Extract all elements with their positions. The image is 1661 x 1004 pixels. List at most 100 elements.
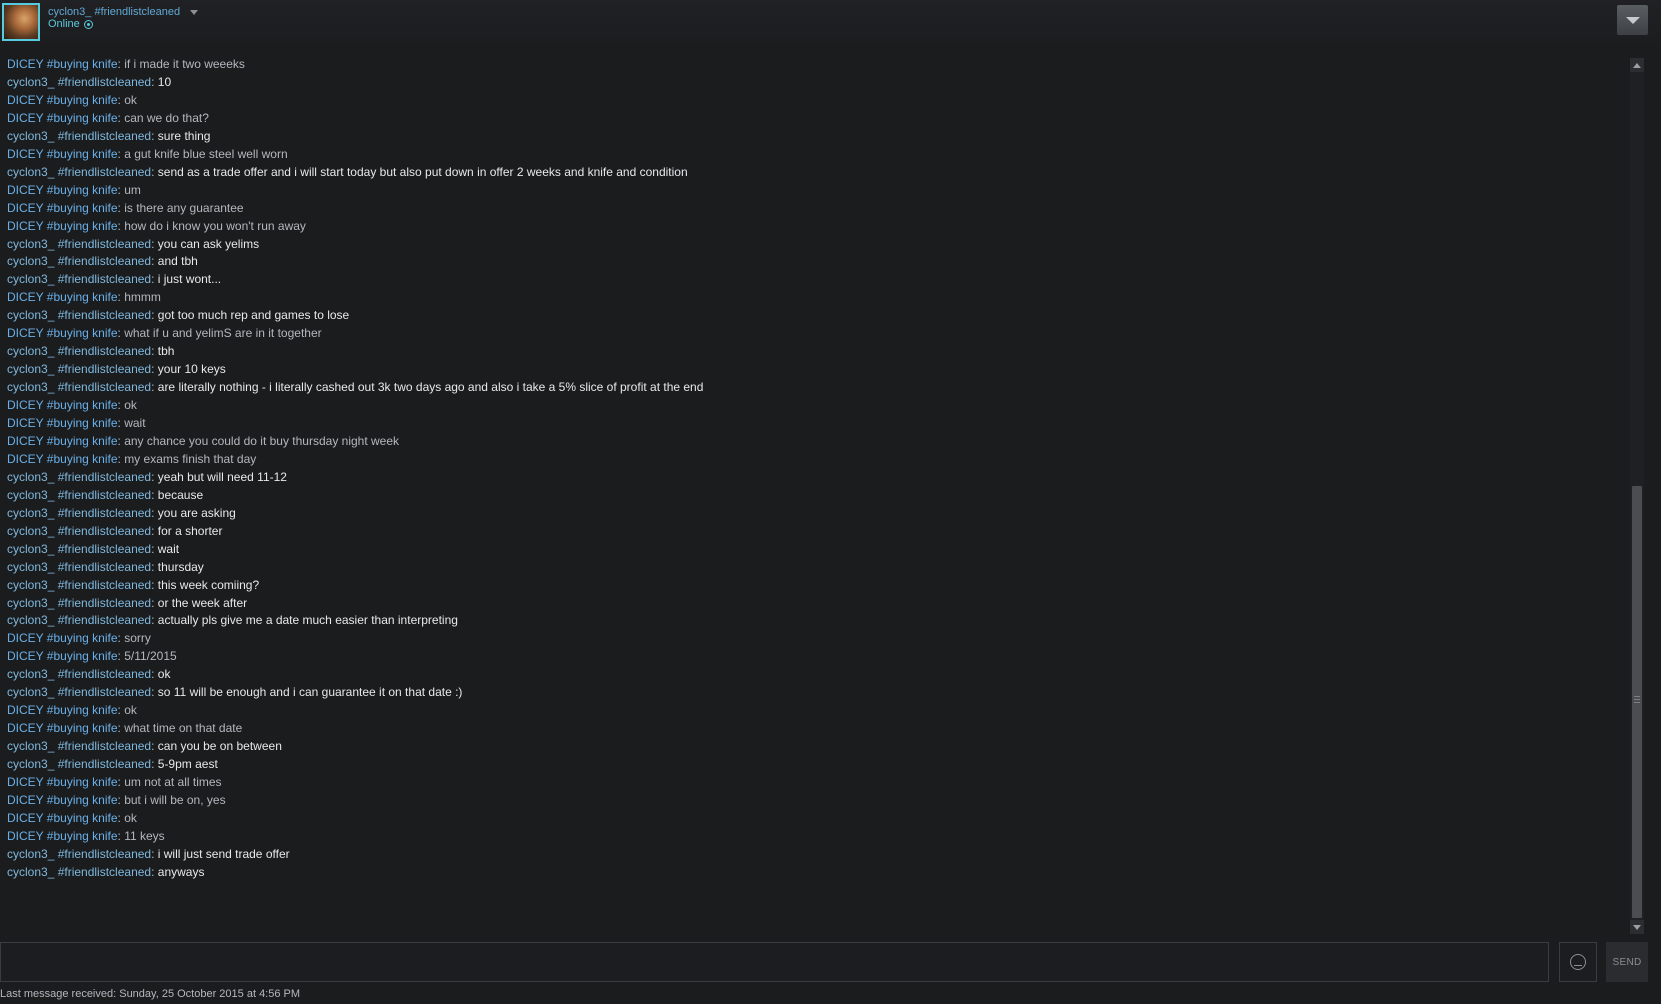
sender-separator: : [151,164,158,179]
message-sender[interactable]: DICEY #buying knife [7,201,118,215]
emoticon-button[interactable] [1559,942,1597,982]
message-sender[interactable]: cyclon3_ #friendlistcleaned [7,272,151,286]
message-sender[interactable]: DICEY #buying knife [7,703,118,717]
scroll-up-button[interactable] [1630,58,1644,72]
message-sender[interactable]: DICEY #buying knife [7,219,118,233]
message-sender[interactable]: cyclon3_ #friendlistcleaned [7,757,151,771]
message-text: what time on that date [124,721,243,736]
message-sender[interactable]: cyclon3_ #friendlistcleaned [7,560,151,574]
message-sender[interactable]: cyclon3_ #friendlistcleaned [7,344,151,358]
scroll-thumb[interactable] [1632,486,1642,918]
message-sender[interactable]: cyclon3_ #friendlistcleaned [7,237,151,251]
message-sender[interactable]: DICEY #buying knife [7,326,118,340]
sender-separator: : [151,523,158,538]
message-sender[interactable]: DICEY #buying knife [7,829,118,843]
message-sender[interactable]: cyclon3_ #friendlistcleaned [7,362,151,376]
message-text: i will just send trade offer [157,846,290,861]
sender-separator: : [151,757,158,772]
chat-message: cyclon3_ #friendlistcleaned: 10 [7,73,171,92]
last-message-status: Last message received: Sunday, 25 Octobe… [0,988,301,1000]
chat-message: DICEY #buying knife: ok [7,396,137,415]
chat-message: DICEY #buying knife: hmmm [7,288,161,307]
message-sender[interactable]: cyclon3_ #friendlistcleaned [7,865,151,879]
message-sender[interactable]: DICEY #buying knife [7,793,118,807]
chat-message: DICEY #buying knife: 5/11/2015 [7,647,177,666]
status-label: Online [48,18,80,30]
message-sender[interactable]: DICEY #buying knife [7,147,118,161]
message-input[interactable] [0,942,1549,982]
window-menu-button[interactable] [1617,5,1648,35]
message-sender[interactable]: DICEY #buying knife [7,416,118,430]
message-text: ok [124,398,137,413]
message-sender[interactable]: DICEY #buying knife [7,649,118,663]
chat-message: cyclon3_ #friendlistcleaned: wait [7,540,179,559]
chat-message: DICEY #buying knife: ok [7,809,137,828]
message-text: i just wont... [157,272,222,287]
message-sender[interactable]: DICEY #buying knife [7,398,118,412]
message-sender[interactable]: cyclon3_ #friendlistcleaned [7,847,151,861]
chat-message: cyclon3_ #friendlistcleaned: your 10 key… [7,360,226,379]
send-button[interactable]: SEND [1606,942,1648,982]
message-sender[interactable]: DICEY #buying knife [7,183,118,197]
chat-message: DICEY #buying knife: any chance you coul… [7,432,399,451]
message-sender[interactable]: DICEY #buying knife [7,290,118,304]
sender-separator: : [151,577,158,592]
chat-message: DICEY #buying knife: um [7,181,141,200]
message-sender[interactable]: cyclon3_ #friendlistcleaned [7,129,151,143]
message-sender[interactable]: cyclon3_ #friendlistcleaned [7,578,151,592]
message-sender[interactable]: cyclon3_ #friendlistcleaned [7,685,151,699]
chat-log[interactable]: DICEY #buying knife: if i made it two we… [0,50,1625,936]
user-avatar[interactable] [2,3,40,41]
sender-separator: : [151,344,158,359]
chat-header: cyclon3_ #friendlistcleaned Online [0,0,1661,50]
message-sender[interactable]: DICEY #buying knife [7,93,118,107]
sender-separator: : [151,667,158,682]
message-text: anyways [157,864,205,879]
scroll-track[interactable] [1632,74,1642,918]
message-sender[interactable]: DICEY #buying knife [7,631,118,645]
username-dropdown[interactable]: cyclon3_ #friendlistcleaned [48,6,199,18]
message-sender[interactable]: cyclon3_ #friendlistcleaned [7,613,151,627]
message-sender[interactable]: cyclon3_ #friendlistcleaned [7,75,151,89]
chat-message: DICEY #buying knife: ok [7,701,137,720]
chat-message: cyclon3_ #friendlistcleaned: tbh [7,342,174,361]
message-sender[interactable]: cyclon3_ #friendlistcleaned [7,667,151,681]
message-sender[interactable]: cyclon3_ #friendlistcleaned [7,739,151,753]
arrow-down-icon [1633,924,1641,930]
message-sender[interactable]: DICEY #buying knife [7,434,118,448]
message-sender[interactable]: DICEY #buying knife [7,721,118,735]
message-text: or the week after [157,595,248,610]
message-text: my exams finish that day [124,451,257,466]
message-sender[interactable]: DICEY #buying knife [7,452,118,466]
sender-separator: : [151,272,158,287]
message-sender[interactable]: cyclon3_ #friendlistcleaned [7,506,151,520]
sender-separator: : [151,380,158,395]
message-sender[interactable]: DICEY #buying knife [7,775,118,789]
chat-message: cyclon3_ #friendlistcleaned: yeah but wi… [7,468,287,487]
message-text: wait [124,416,146,430]
scroll-down-button[interactable] [1630,920,1644,934]
message-sender[interactable]: DICEY #buying knife [7,811,118,825]
sender-separator: : [151,362,158,377]
message-sender[interactable]: DICEY #buying knife [7,57,118,71]
emoticon-icon [1570,954,1586,970]
chat-message: DICEY #buying knife: my exams finish tha… [7,450,256,469]
chat-message: cyclon3_ #friendlistcleaned: you can ask… [7,235,259,254]
message-sender[interactable]: cyclon3_ #friendlistcleaned [7,165,151,179]
message-sender[interactable]: DICEY #buying knife [7,111,118,125]
message-sender[interactable]: cyclon3_ #friendlistcleaned [7,524,151,538]
chat-scrollbar[interactable] [1630,58,1644,934]
sender-separator: : [151,487,158,502]
message-sender[interactable]: cyclon3_ #friendlistcleaned [7,254,151,268]
sender-separator: : [151,846,158,861]
message-sender[interactable]: cyclon3_ #friendlistcleaned [7,488,151,502]
message-sender[interactable]: cyclon3_ #friendlistcleaned [7,470,151,484]
message-sender[interactable]: cyclon3_ #friendlistcleaned [7,542,151,556]
chat-message: cyclon3_ #friendlistcleaned: anyways [7,863,204,882]
message-sender[interactable]: cyclon3_ #friendlistcleaned [7,380,151,394]
chat-message: DICEY #buying knife: what time on that d… [7,719,242,738]
chat-message: cyclon3_ #friendlistcleaned: are literal… [7,378,703,397]
message-sender[interactable]: cyclon3_ #friendlistcleaned [7,596,151,610]
message-sender[interactable]: cyclon3_ #friendlistcleaned [7,308,151,322]
message-text: ok [157,667,171,682]
